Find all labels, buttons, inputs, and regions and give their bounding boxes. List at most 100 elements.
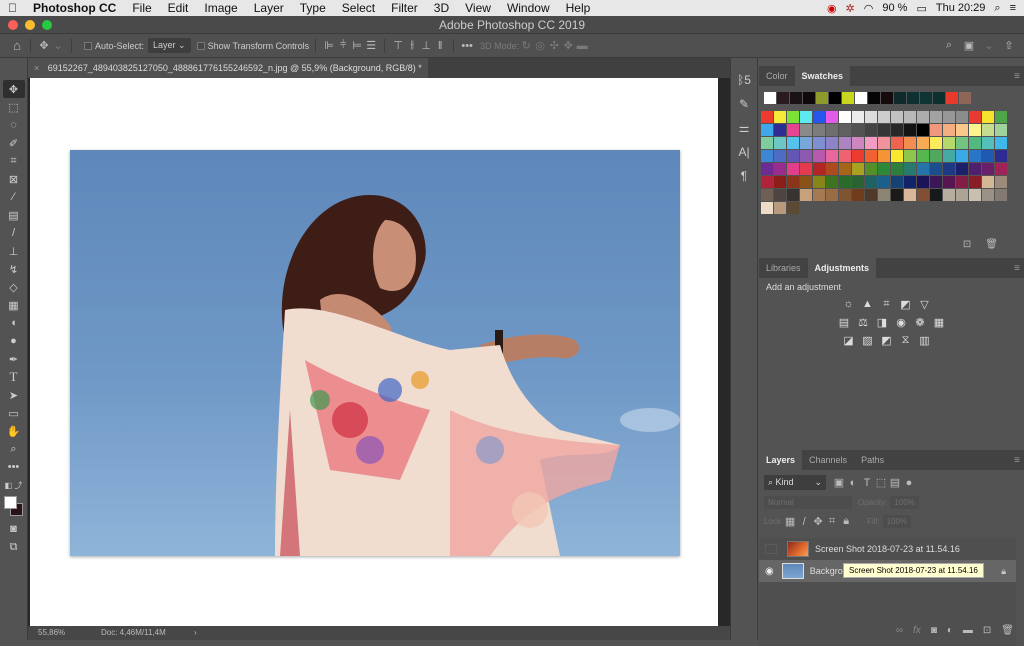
pen-tool[interactable]: ✒	[3, 350, 25, 368]
swatch[interactable]	[865, 111, 877, 123]
color-balance-icon[interactable]: ⚖	[857, 316, 869, 329]
swatch[interactable]	[852, 111, 864, 123]
zoom-window-button[interactable]	[42, 20, 52, 30]
swatch[interactable]	[774, 150, 786, 162]
swatch[interactable]	[904, 137, 916, 149]
tool-preset-chevron-icon[interactable]: ⌄	[51, 39, 65, 52]
swatch[interactable]	[865, 150, 877, 162]
swatch[interactable]	[800, 189, 812, 201]
swatch[interactable]	[826, 137, 838, 149]
align-bottom-icon[interactable]: ⊥	[419, 39, 433, 52]
swatch[interactable]	[904, 150, 916, 162]
swatch[interactable]	[774, 202, 786, 214]
paragraph-panel-icon[interactable]: ¶	[733, 166, 755, 186]
quick-selection-tool[interactable]: ✐	[3, 134, 25, 152]
tab-layers[interactable]: Layers	[759, 450, 803, 470]
swatch[interactable]	[956, 189, 968, 201]
swatch[interactable]	[933, 92, 945, 104]
posterize-icon[interactable]: ▨	[862, 334, 874, 347]
swatch[interactable]	[969, 176, 981, 188]
swatch[interactable]	[787, 137, 799, 149]
menu-view[interactable]: View	[457, 0, 499, 16]
swatch[interactable]	[881, 92, 893, 104]
swatch[interactable]	[930, 111, 942, 123]
properties-panel-icon[interactable]: ⚌	[733, 118, 755, 138]
lock-artboard-icon[interactable]: ⌗	[825, 515, 839, 528]
zoom-tool[interactable]: ⌕	[3, 440, 25, 458]
marquee-tool[interactable]: ⬚	[3, 98, 25, 116]
filter-kind-dropdown[interactable]: ⌕ Kind ⌄	[764, 475, 826, 490]
swatch[interactable]	[761, 163, 773, 175]
history-brush-tool[interactable]: ↯	[3, 260, 25, 278]
curves-icon[interactable]: ⌗	[881, 298, 893, 310]
swatch[interactable]	[839, 189, 851, 201]
eye-icon[interactable]: ◉	[765, 566, 774, 577]
swatch[interactable]	[904, 124, 916, 136]
swatch[interactable]	[761, 202, 773, 214]
swatch[interactable]	[761, 111, 773, 123]
panel-menu-icon[interactable]: ≡	[1014, 71, 1020, 82]
layer-row[interactable]: Screen Shot 2018-07-23 at 11.54.16	[759, 538, 1016, 560]
home-icon[interactable]: ⌂	[10, 38, 24, 53]
swatch[interactable]	[865, 124, 877, 136]
apple-menu-icon[interactable]: 	[0, 0, 25, 16]
swatch[interactable]	[813, 150, 825, 162]
clock[interactable]: Thu 20:29	[936, 2, 986, 14]
align-right-icon[interactable]: ⊨	[350, 39, 364, 52]
swatch[interactable]	[878, 163, 890, 175]
swatch[interactable]	[865, 189, 877, 201]
swatch[interactable]	[995, 124, 1007, 136]
wifi-icon[interactable]: ◠	[864, 2, 874, 15]
swatch[interactable]	[852, 124, 864, 136]
history-panel-icon[interactable]: ᛒ5	[733, 70, 755, 90]
swatch[interactable]	[995, 189, 1007, 201]
swatch[interactable]	[813, 189, 825, 201]
swatch[interactable]	[787, 202, 799, 214]
notification-center-icon[interactable]: ≡	[1010, 2, 1016, 14]
swatch[interactable]	[891, 111, 903, 123]
move-tool[interactable]: ✥	[2, 80, 25, 98]
tab-channels[interactable]: Channels	[802, 450, 854, 470]
swatch[interactable]	[761, 124, 773, 136]
character-panel-icon[interactable]: A|	[733, 142, 755, 162]
canvas-area[interactable]	[28, 78, 730, 626]
swatch[interactable]	[904, 163, 916, 175]
type-tool[interactable]: T	[3, 368, 25, 386]
app-menu[interactable]: Photoshop CC	[25, 0, 124, 16]
swatch[interactable]	[982, 176, 994, 188]
swatch[interactable]	[959, 92, 971, 104]
menu-image[interactable]: Image	[196, 0, 245, 16]
minimize-window-button[interactable]	[25, 20, 35, 30]
swatch[interactable]	[894, 92, 906, 104]
swatch[interactable]	[787, 150, 799, 162]
swatch[interactable]	[826, 189, 838, 201]
swatch[interactable]	[774, 124, 786, 136]
swatch[interactable]	[761, 150, 773, 162]
distribute-vertical-icon[interactable]: ☰	[364, 39, 378, 52]
menu-file[interactable]: File	[124, 0, 159, 16]
new-layer-icon[interactable]: ⊡	[983, 625, 991, 636]
brush-settings-icon[interactable]: ✎	[733, 94, 755, 114]
swatch[interactable]	[956, 124, 968, 136]
swatch[interactable]	[930, 163, 942, 175]
swatch[interactable]	[969, 124, 981, 136]
swatch[interactable]	[878, 189, 890, 201]
add-mask-icon[interactable]: ◙	[931, 625, 937, 636]
swatch[interactable]	[930, 189, 942, 201]
filter-type-icon[interactable]: T	[860, 477, 874, 489]
tab-libraries[interactable]: Libraries	[759, 258, 808, 278]
layer-row[interactable]: ◉ Background 🔒︎ Screen Shot 2018-07-23 a…	[759, 560, 1016, 582]
more-options-icon[interactable]: •••	[460, 40, 474, 52]
spotlight-icon[interactable]: ⌕	[994, 2, 1000, 15]
healing-brush-tool[interactable]: ▤	[3, 206, 25, 224]
default-colors-icon[interactable]: ◧ ⤴	[3, 476, 25, 494]
eraser-tool[interactable]: ◇	[3, 278, 25, 296]
panel-menu-icon[interactable]: ≡	[1014, 455, 1020, 466]
status-menu-arrow[interactable]: ›	[194, 626, 197, 640]
lasso-tool[interactable]: ◌	[3, 116, 25, 134]
zoom-level[interactable]: 55,86%	[38, 626, 65, 640]
crop-tool[interactable]: ⌗	[3, 152, 25, 170]
swatch[interactable]	[917, 189, 929, 201]
exposure-icon[interactable]: ◩	[900, 298, 912, 311]
color-lookup-icon[interactable]: ▦	[933, 316, 945, 329]
